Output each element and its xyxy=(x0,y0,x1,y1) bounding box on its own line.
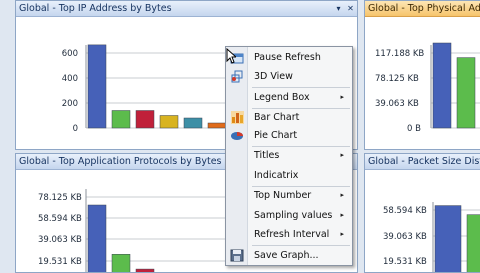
menu-item-save-graph[interactable]: Save Graph... xyxy=(226,246,352,265)
bar xyxy=(159,115,179,129)
menu-item-label: Indicatrix xyxy=(254,170,299,181)
menu-item-label: Refresh Interval xyxy=(254,229,330,240)
bar xyxy=(87,44,107,129)
submenu-arrow-icon: ▸ xyxy=(340,93,344,101)
packet-size-chart[interactable]: 58.594 KB 39.063 KB 19.531 KB xyxy=(365,170,480,272)
menu-item-label: Pause Refresh xyxy=(254,52,321,63)
menu-item-label: Titles xyxy=(254,150,280,161)
menu-item-sampling-values[interactable]: Sampling values ▸ xyxy=(226,206,352,225)
menu-item-indicatrix[interactable]: Indicatrix xyxy=(226,166,352,185)
menu-item-label: Save Graph... xyxy=(254,250,319,261)
menu-item-label: Sampling values xyxy=(254,210,333,221)
menu-item-3d-view[interactable]: 3D View xyxy=(226,67,352,86)
bar xyxy=(183,117,203,129)
packet-size-panel: Global - Packet Size Distri 58.594 KB 39… xyxy=(364,153,480,273)
menu-item-legend-box[interactable]: Legend Box ▸ xyxy=(226,88,352,107)
top-app-protocols-panel-title: Global - Top Application Protocols by By… xyxy=(19,156,222,167)
3d-view-icon xyxy=(231,70,243,83)
close-icon[interactable]: ✕ xyxy=(346,4,355,13)
mouse-cursor-icon xyxy=(226,48,236,64)
bar xyxy=(111,110,131,129)
bar xyxy=(432,42,452,129)
bar xyxy=(456,57,476,129)
submenu-arrow-icon: ▸ xyxy=(340,191,344,199)
menu-item-label: Legend Box xyxy=(254,92,310,103)
bar xyxy=(111,254,131,272)
menu-item-refresh-interval[interactable]: Refresh Interval ▸ xyxy=(226,225,352,244)
bar xyxy=(135,110,155,129)
bar xyxy=(434,205,462,272)
packet-size-panel-header[interactable]: Global - Packet Size Distri xyxy=(365,154,480,170)
top-physical-panel-title: Global - Top Physical Add xyxy=(368,3,480,14)
top-physical-panel-header[interactable]: Global - Top Physical Add xyxy=(365,1,480,17)
top-physical-chart[interactable]: 117.188 KB 78.125 KB 39.063 KB 0 B xyxy=(365,17,480,149)
packet-size-panel-title: Global - Packet Size Distri xyxy=(368,156,480,167)
menu-item-label: Pie Chart xyxy=(254,130,298,141)
bar xyxy=(87,204,107,272)
top-physical-bar-chart xyxy=(430,42,480,129)
chart-context-menu: Pause Refresh 3D View Legend Box ▸ Bar C… xyxy=(225,46,353,266)
menu-item-label: Top Number xyxy=(254,190,312,201)
top-ip-panel-title: Global - Top IP Address by Bytes xyxy=(19,3,172,14)
submenu-arrow-icon: ▸ xyxy=(340,230,344,238)
menu-item-bar-chart[interactable]: Bar Chart xyxy=(226,108,352,127)
menu-item-pie-chart[interactable]: Pie Chart xyxy=(226,126,352,145)
top-physical-panel: Global - Top Physical Add 117.188 KB 78.… xyxy=(364,0,480,150)
top-ip-panel-header[interactable]: Global - Top IP Address by Bytes ▾ ✕ xyxy=(16,1,357,17)
menu-item-pause-refresh[interactable]: Pause Refresh xyxy=(226,48,352,67)
menu-item-titles[interactable]: Titles ▸ xyxy=(226,146,352,165)
packet-size-bar-chart xyxy=(432,202,480,272)
chevron-down-icon[interactable]: ▾ xyxy=(334,4,343,13)
menu-item-top-number[interactable]: Top Number ▸ xyxy=(226,186,352,205)
bar xyxy=(466,214,480,272)
submenu-arrow-icon: ▸ xyxy=(340,151,344,159)
pie-chart-icon xyxy=(231,132,243,140)
bar-chart-icon xyxy=(231,111,244,124)
submenu-arrow-icon: ▸ xyxy=(340,211,344,219)
menu-item-label: Bar Chart xyxy=(254,112,300,123)
save-graph-icon xyxy=(230,249,244,262)
bar xyxy=(207,122,227,129)
menu-item-label: 3D View xyxy=(254,71,293,82)
